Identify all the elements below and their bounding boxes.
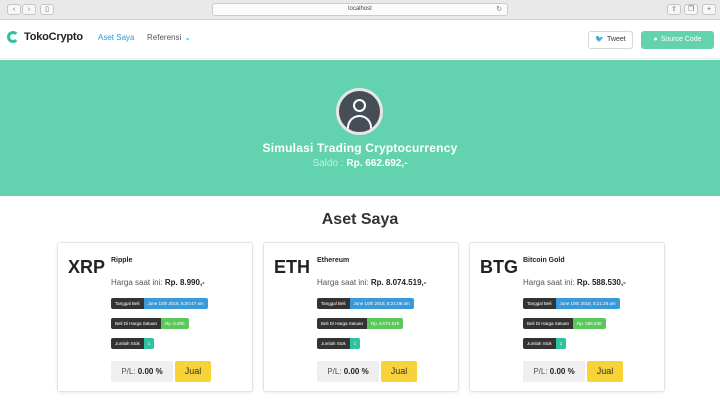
nav-referensi-label: Referensi [147, 33, 182, 42]
balance: Saldo : Rp. 662.692,- [0, 158, 720, 169]
address-bar[interactable]: localhost ↻ [212, 3, 508, 16]
hero-title: Simulasi Trading Cryptocurrency [262, 141, 458, 155]
chevron-down-icon: ⌄ [184, 33, 191, 42]
pl-label: P/L: [327, 367, 342, 376]
share-icon[interactable]: ⇧ [667, 4, 681, 15]
stock-row: Jumlah Stok 1 [317, 338, 361, 349]
twitter-icon: 🐦 [595, 36, 605, 43]
forward-icon[interactable]: › [22, 4, 36, 15]
price-value: Rp. 8.074.519,- [370, 278, 427, 287]
buy-price-label: Beli Di Harga Satuan [523, 318, 574, 329]
nav-aset-saya[interactable]: Aset Saya [98, 33, 134, 42]
stock-value: 1 [555, 338, 567, 349]
tweet-label: Tweet [607, 36, 626, 43]
stock-row: Jumlah Stok 1 [523, 338, 567, 349]
asset-symbol: XRP [68, 257, 106, 277]
navbar: TokoCrypto Aset Saya Referensi ⌄ 🐦 Tweet ●… [0, 20, 720, 59]
stock-value: 1 [143, 338, 155, 349]
profit-loss: P/L: 0.00 % [111, 361, 173, 382]
brand-logo[interactable]: TokoCrypto [24, 31, 83, 43]
back-icon[interactable]: ‹ [7, 4, 21, 15]
price-label: Harga saat ini: [523, 278, 575, 287]
date-value: June 10th 2018, 8:21:08 am [349, 298, 414, 309]
balance-label: Saldo : [312, 158, 344, 169]
pl-value: 0.00 % [549, 367, 575, 376]
browser-toolbar: ‹ › ▯ localhost ↻ ⇧ ❐ + [0, 0, 720, 20]
profit-loss: P/L: 0.00 % [317, 361, 379, 382]
date-label: Tanggal Beli [523, 298, 556, 309]
buy-price-value: Rp. 8.990 [161, 318, 189, 329]
date-row: Tanggal Beli June 10th 2018, 8:21:28 am [523, 298, 620, 309]
buy-price-row: Beli Di Harga Satuan Rp. 8.990 [111, 318, 189, 329]
source-code-label: Source Code [660, 36, 702, 43]
pl-value: 0.00 % [137, 367, 163, 376]
buy-price-label: Beli Di Harga Satuan [111, 318, 162, 329]
date-label: Tanggal Beli [111, 298, 144, 309]
asset-price: Harga saat ini: Rp. 8.990,- [111, 278, 205, 287]
date-row: Tanggal Beli June 10th 2018, 8:21:08 am [317, 298, 414, 309]
new-tab-icon[interactable]: + [702, 4, 716, 15]
asset-name: Bitcoin Gold [523, 257, 565, 264]
buy-price-value: Rp. 8.074.519 [367, 318, 404, 329]
asset-name: Ethereum [317, 257, 350, 264]
date-row: Tanggal Beli June 10th 2018, 8:20:47 am [111, 298, 208, 309]
logo-icon [7, 31, 19, 43]
asset-name: Ripple [111, 257, 133, 264]
date-value: June 10th 2018, 8:20:47 am [143, 298, 208, 309]
nav-referensi[interactable]: Referensi ⌄ [147, 33, 191, 42]
price-value: Rp. 8.990,- [164, 278, 205, 287]
stock-label: Jumlah Stok [317, 338, 350, 349]
price-label: Harga saat ini: [111, 278, 163, 287]
buy-price-value: Rp. 588.530 [573, 318, 606, 329]
user-head-icon [353, 99, 366, 112]
pl-label: P/L: [533, 367, 548, 376]
price-label: Harga saat ini: [317, 278, 369, 287]
hero-banner: Simulasi Trading Cryptocurrency Saldo : … [0, 60, 720, 196]
address-text: localhost [348, 6, 372, 12]
sell-button[interactable]: Jual [175, 361, 211, 382]
tabs-icon[interactable]: ❐ [684, 4, 698, 15]
balance-value: Rp. 662.692,- [346, 158, 408, 169]
stock-label: Jumlah Stok [111, 338, 144, 349]
profit-loss: P/L: 0.00 % [523, 361, 585, 382]
date-value: June 10th 2018, 8:21:28 am [555, 298, 620, 309]
price-value: Rp. 588.530,- [576, 278, 626, 287]
asset-price: Harga saat ini: Rp. 8.074.519,- [317, 278, 426, 287]
reload-icon[interactable]: ↻ [496, 4, 502, 15]
buy-price-row: Beli Di Harga Satuan Rp. 588.530 [523, 318, 606, 329]
asset-card: BTG Bitcoin Gold Harga saat ini: Rp. 588… [469, 242, 665, 392]
github-icon: ● [653, 36, 658, 43]
section-title: Aset Saya [321, 211, 399, 228]
asset-price: Harga saat ini: Rp. 588.530,- [523, 278, 626, 287]
asset-symbol: ETH [274, 257, 310, 277]
pl-value: 0.00 % [343, 367, 369, 376]
sell-button[interactable]: Jual [381, 361, 417, 382]
stock-value: 1 [349, 338, 361, 349]
asset-symbol: BTG [480, 257, 518, 277]
stock-row: Jumlah Stok 1 [111, 338, 155, 349]
stock-label: Jumlah Stok [523, 338, 556, 349]
buy-price-label: Beli Di Harga Satuan [317, 318, 368, 329]
pl-label: P/L: [121, 367, 136, 376]
sell-button[interactable]: Jual [587, 361, 623, 382]
asset-card: ETH Ethereum Harga saat ini: Rp. 8.074.5… [263, 242, 459, 392]
date-label: Tanggal Beli [317, 298, 350, 309]
asset-card: XRP Ripple Harga saat ini: Rp. 8.990,- T… [57, 242, 253, 392]
source-code-button[interactable]: ● Source Code [641, 31, 714, 49]
sidebar-icon[interactable]: ▯ [40, 4, 54, 15]
user-body-icon [347, 115, 372, 131]
avatar [336, 88, 383, 135]
tweet-button[interactable]: 🐦 Tweet [588, 31, 633, 49]
buy-price-row: Beli Di Harga Satuan Rp. 8.074.519 [317, 318, 404, 329]
